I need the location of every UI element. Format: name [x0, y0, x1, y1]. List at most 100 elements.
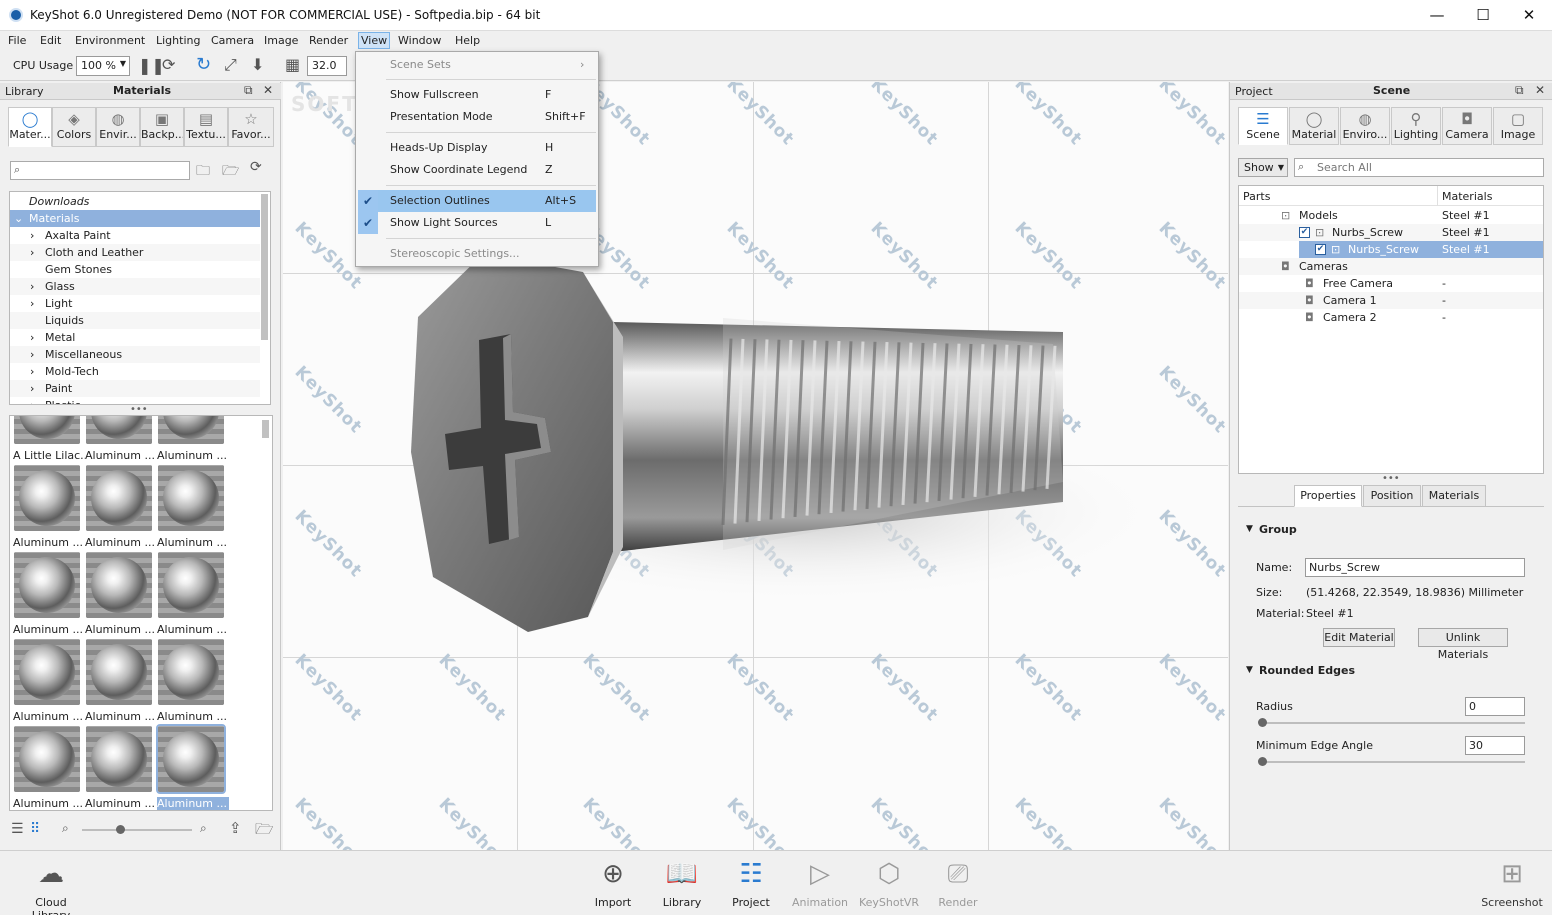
- expand-arrow-icon[interactable]: ›: [30, 380, 34, 397]
- folder-import-icon[interactable]: 🗁: [222, 160, 239, 184]
- collapse-triangle-icon[interactable]: ▼: [1246, 524, 1253, 534]
- visibility-checkbox[interactable]: ✔: [1299, 227, 1310, 238]
- material-thumbnail[interactable]: [86, 639, 152, 705]
- animation-button[interactable]: ▷ Animation: [785, 851, 855, 915]
- expand-arrow-icon[interactable]: ›: [30, 346, 34, 363]
- tab-environments[interactable]: ◍ Envir...: [96, 107, 140, 147]
- menu-edit[interactable]: Edit: [40, 34, 61, 47]
- cloud-library-button[interactable]: ☁ Cloud Library: [16, 851, 86, 915]
- drop-to-ground-icon[interactable]: ⬇: [251, 55, 264, 74]
- maximize-button[interactable]: ☐: [1460, 0, 1506, 31]
- tab-textures[interactable]: ▤ Textu...: [184, 107, 228, 147]
- library-tree-item[interactable]: › Mold-Tech: [10, 363, 260, 380]
- zoom-out-icon[interactable]: ⌕: [62, 821, 69, 836]
- library-search-input[interactable]: ⌕: [10, 161, 190, 180]
- scene-search-input[interactable]: ⌕ Search All: [1294, 158, 1544, 177]
- library-tree-item[interactable]: Downloads: [10, 193, 260, 210]
- material-thumbnail[interactable]: [86, 465, 152, 531]
- tab-position[interactable]: Position: [1363, 485, 1421, 507]
- tab-materials[interactable]: ◯ Mater...: [8, 107, 52, 147]
- expand-arrow-icon[interactable]: ›: [30, 397, 34, 404]
- library-tree-item[interactable]: › Miscellaneous: [10, 346, 260, 363]
- field-of-view-input[interactable]: 32.0: [307, 56, 347, 76]
- collapse-triangle-icon[interactable]: ▼: [1246, 665, 1253, 675]
- menu-file[interactable]: File: [8, 34, 26, 47]
- scene-tree-item[interactable]: ◘ Camera 2 -: [1239, 309, 1543, 326]
- undock-icon[interactable]: ⧉: [1515, 83, 1524, 98]
- menu-item-show-fullscreen[interactable]: Show Fullscreen F: [358, 84, 596, 106]
- keyshotvr-button[interactable]: ⬡ KeyShotVR: [854, 851, 924, 915]
- name-input[interactable]: Nurbs_Screw: [1305, 558, 1525, 577]
- tab-backplates[interactable]: ▣ Backp...: [140, 107, 184, 147]
- menu-image[interactable]: Image: [264, 34, 298, 47]
- close-panel-icon[interactable]: ✕: [263, 83, 273, 97]
- show-dropdown[interactable]: Show ▼: [1238, 158, 1288, 177]
- expand-arrow-icon[interactable]: ›: [30, 244, 34, 261]
- thumbnails-scrollbar[interactable]: [262, 420, 269, 438]
- minimize-button[interactable]: —: [1414, 0, 1460, 31]
- grid-view-icon[interactable]: ⠿: [30, 821, 40, 837]
- menu-item-selection-outlines[interactable]: ✔ Selection Outlines Alt+S: [358, 190, 596, 212]
- tab-scene[interactable]: ☰ Scene: [1238, 107, 1288, 145]
- scene-tree-item[interactable]: ✔ ⊡ Nurbs_Screw Steel #1: [1299, 241, 1543, 258]
- undock-icon[interactable]: ⧉: [244, 83, 253, 98]
- scene-tree-item[interactable]: ✔ ⊡ Nurbs_Screw Steel #1: [1239, 224, 1543, 241]
- expand-arrow-icon[interactable]: ›: [30, 329, 34, 346]
- radius-slider[interactable]: [1260, 722, 1525, 724]
- material-thumbnail[interactable]: [14, 639, 80, 705]
- library-tree-item[interactable]: › Paint: [10, 380, 260, 397]
- material-thumbnail[interactable]: [158, 416, 224, 444]
- menu-environment[interactable]: Environment: [75, 34, 145, 47]
- library-tree-item[interactable]: › Light: [10, 295, 260, 312]
- import-button[interactable]: ⊕ Import: [578, 851, 648, 915]
- material-thumbnail[interactable]: [156, 724, 226, 794]
- scene-tree-item[interactable]: ◘ Camera 1 -: [1239, 292, 1543, 309]
- visibility-checkbox[interactable]: ✔: [1315, 244, 1326, 255]
- upload-icon[interactable]: ⇪: [229, 819, 242, 837]
- render-button[interactable]: ⎚ Render: [923, 851, 993, 915]
- tab-materials-props[interactable]: Materials: [1422, 485, 1486, 507]
- expand-arrow-icon[interactable]: ›: [30, 295, 34, 312]
- material-thumbnail[interactable]: [14, 726, 80, 792]
- scene-tree-item[interactable]: ◘ Cameras: [1239, 258, 1543, 275]
- splitter-handle[interactable]: •••: [130, 404, 148, 415]
- material-thumbnail[interactable]: [14, 552, 80, 618]
- menu-item-show-coordinate-legend[interactable]: Show Coordinate Legend Z: [358, 159, 596, 181]
- tab-properties[interactable]: Properties: [1294, 485, 1362, 507]
- thumbnail-size-slider[interactable]: [82, 829, 192, 831]
- library-tree-item[interactable]: › Axalta Paint: [10, 227, 260, 244]
- pause-icon[interactable]: ❚❚: [138, 56, 165, 75]
- refresh-library-icon[interactable]: ⟳: [250, 159, 262, 175]
- menu-lighting[interactable]: Lighting: [156, 34, 200, 47]
- scene-tree-item[interactable]: ◘ Free Camera -: [1239, 275, 1543, 292]
- material-thumbnail[interactable]: [86, 552, 152, 618]
- close-panel-icon[interactable]: ✕: [1535, 83, 1545, 97]
- splitter-handle[interactable]: •••: [1382, 473, 1400, 484]
- expand-arrow-icon[interactable]: ⌄: [14, 210, 23, 227]
- material-thumbnail[interactable]: [86, 726, 152, 792]
- menu-help[interactable]: Help: [455, 34, 480, 47]
- library-tree-item[interactable]: ⌄ Materials: [10, 210, 260, 227]
- refresh-icon[interactable]: ↻: [196, 54, 211, 75]
- library-toggle-button[interactable]: 📖 Library: [647, 851, 717, 915]
- expand-arrow-icon[interactable]: ›: [30, 278, 34, 295]
- min-edge-angle-knob[interactable]: [1258, 757, 1267, 766]
- library-tree-item[interactable]: › Cloth and Leather: [10, 244, 260, 261]
- expand-arrow-icon[interactable]: ›: [30, 227, 34, 244]
- tab-lighting[interactable]: ⚲ Lighting: [1391, 107, 1441, 145]
- cpu-usage-dropdown[interactable]: 100 % ▼: [76, 56, 130, 76]
- material-thumbnail[interactable]: [158, 639, 224, 705]
- material-thumbnail[interactable]: [14, 416, 80, 444]
- radius-input[interactable]: 0: [1465, 697, 1525, 716]
- menu-camera[interactable]: Camera: [211, 34, 254, 47]
- menu-item-scene-sets[interactable]: Scene Sets ›: [358, 54, 596, 76]
- fit-view-icon[interactable]: ⤢: [224, 55, 237, 75]
- unlink-materials-button[interactable]: Unlink Materials: [1418, 628, 1508, 661]
- tab-camera[interactable]: ◘ Camera: [1442, 107, 1492, 145]
- tab-material[interactable]: ◯ Material: [1289, 107, 1339, 145]
- add-folder-icon[interactable]: 🗀: [196, 160, 210, 184]
- scene-tree-item[interactable]: ⊡ Models Steel #1: [1239, 207, 1543, 224]
- library-tree-item[interactable]: Liquids: [10, 312, 260, 329]
- material-thumbnail[interactable]: [158, 552, 224, 618]
- menu-item-show-light-sources[interactable]: ✔ Show Light Sources L: [358, 212, 596, 234]
